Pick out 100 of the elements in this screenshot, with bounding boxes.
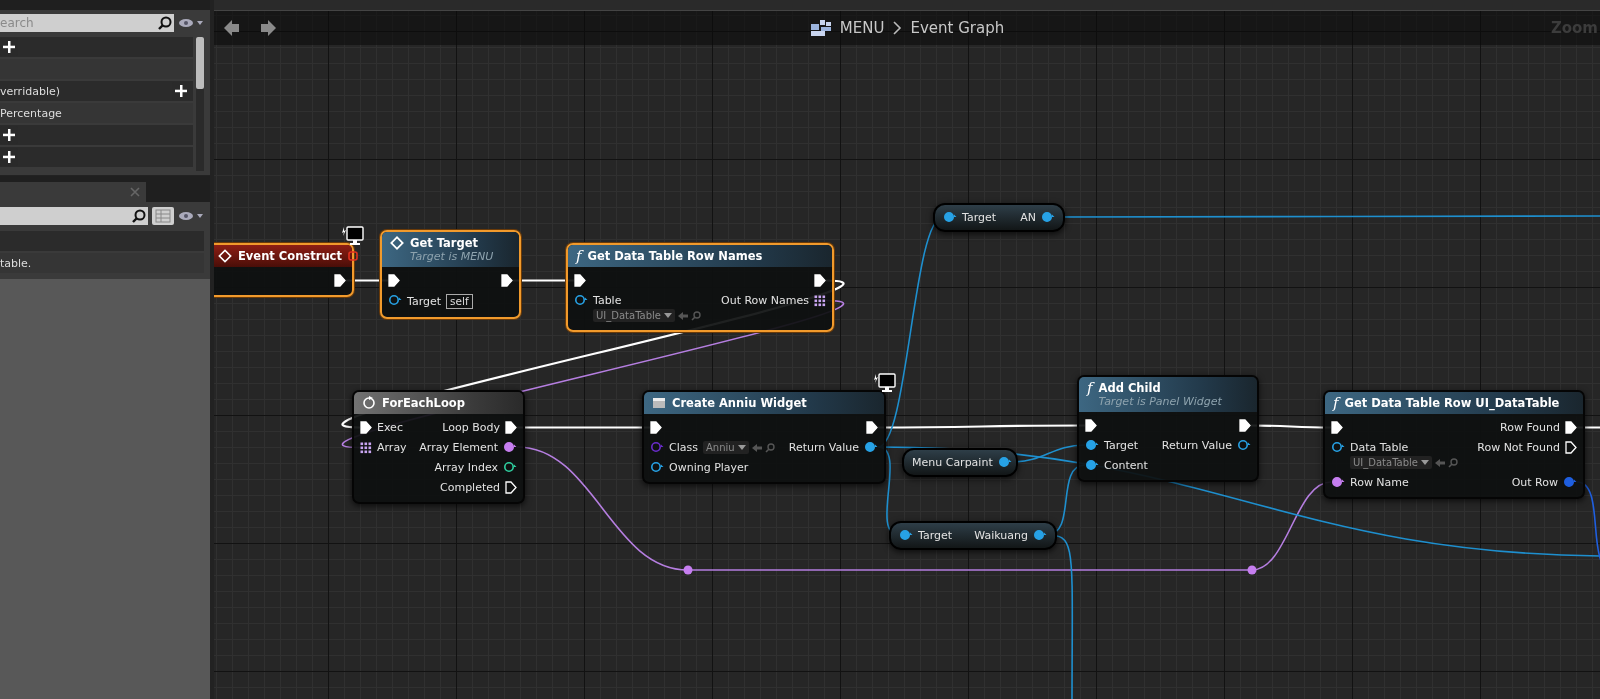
data-pin-icon[interactable] bbox=[1085, 459, 1099, 471]
forward-arrow-icon[interactable] bbox=[260, 19, 276, 37]
search-icon[interactable] bbox=[156, 14, 174, 32]
left-arrow-icon[interactable] bbox=[678, 310, 688, 321]
data-pin-icon[interactable] bbox=[1237, 439, 1251, 451]
data-pin-icon[interactable] bbox=[650, 461, 664, 473]
visibility-dropdown-icon[interactable] bbox=[178, 210, 204, 222]
exec-pin-icon[interactable] bbox=[505, 481, 517, 494]
back-arrow-icon[interactable] bbox=[224, 19, 240, 37]
data-pin-icon[interactable] bbox=[388, 294, 402, 306]
pin-label: Out Row bbox=[1511, 476, 1558, 489]
add-button[interactable] bbox=[0, 126, 18, 144]
list-row[interactable]: verridable) bbox=[0, 81, 193, 101]
exec-pin-icon[interactable] bbox=[574, 274, 586, 287]
pin-label: Row Not Found bbox=[1477, 441, 1560, 454]
data-pin-icon[interactable] bbox=[1041, 211, 1055, 223]
visibility-dropdown-icon[interactable] bbox=[178, 17, 204, 29]
blueprint-node[interactable]: f Get Data Table Row Names Table UI_DataTable Out Row Names bbox=[566, 243, 834, 332]
reroute-node[interactable] bbox=[683, 565, 693, 575]
add-button[interactable] bbox=[0, 148, 18, 166]
delegate-pin-icon[interactable] bbox=[347, 251, 358, 261]
add-button[interactable] bbox=[172, 82, 190, 100]
pin-label: Target bbox=[1104, 439, 1139, 452]
data-pin-icon[interactable] bbox=[1033, 529, 1047, 541]
function-glyph: f bbox=[576, 249, 582, 263]
asset-dropdown[interactable]: UI_DataTable bbox=[1350, 456, 1432, 469]
search-field[interactable] bbox=[0, 207, 130, 225]
blueprint-node[interactable]: ForEachLoop Exec Loop Body Array Array Element Array Index Completed bbox=[352, 390, 525, 504]
pin-label: Array Index bbox=[434, 461, 498, 474]
breadcrumb-link[interactable]: MENU bbox=[839, 19, 885, 37]
scrollbar-thumb[interactable] bbox=[196, 37, 204, 89]
data-pin-icon[interactable] bbox=[1331, 476, 1345, 488]
exec-pin-icon[interactable] bbox=[1565, 441, 1577, 454]
pin-label: Waikuang bbox=[974, 529, 1028, 542]
pin-label: Table bbox=[593, 294, 622, 307]
default-value-field[interactable]: self bbox=[446, 294, 473, 309]
data-pin-icon[interactable] bbox=[1331, 441, 1345, 453]
reroute-node[interactable] bbox=[1247, 565, 1257, 575]
exec-pin-icon[interactable] bbox=[505, 421, 517, 434]
exec-pin-icon[interactable] bbox=[1239, 419, 1251, 432]
blueprint-node[interactable]: Get Target Target is MENU Target self bbox=[380, 230, 521, 319]
row-label: Percentage bbox=[0, 106, 62, 120]
pin-label: Target bbox=[918, 529, 953, 542]
exec-pin-icon[interactable] bbox=[501, 274, 513, 287]
left-arrow-icon[interactable] bbox=[751, 442, 762, 453]
variable-node[interactable]: Target Waikuang bbox=[889, 521, 1057, 550]
data-pin-icon[interactable] bbox=[503, 441, 517, 453]
caret-icon bbox=[664, 313, 672, 318]
blueprint-node[interactable]: f Add Child Target is Panel Widget Target Return Value Content bbox=[1077, 375, 1259, 482]
scrollbar[interactable] bbox=[196, 37, 204, 171]
exec-pin-icon[interactable] bbox=[866, 421, 878, 434]
node-subtitle: Target is Panel Widget bbox=[1098, 395, 1222, 408]
pin-label: AN bbox=[1020, 211, 1036, 224]
row-label: verridable) bbox=[0, 84, 60, 98]
row-label: table. bbox=[0, 256, 32, 270]
pin-label: Array Element bbox=[419, 441, 498, 454]
variable-node[interactable]: Menu Carpaint bbox=[902, 448, 1018, 477]
breadcrumb-link[interactable]: Event Graph bbox=[910, 19, 1005, 37]
exec-pin-icon[interactable] bbox=[1331, 421, 1343, 434]
exec-pin-icon[interactable] bbox=[650, 421, 662, 434]
node-title: Get Data Table Row Names bbox=[587, 249, 763, 263]
array-pin-icon[interactable] bbox=[814, 294, 826, 307]
pin-label: Owning Player bbox=[669, 461, 749, 474]
pin-label: Row Found bbox=[1500, 421, 1560, 434]
node-title: Get Data Table Row UI_DataTable bbox=[1344, 396, 1560, 410]
exec-pin-icon[interactable] bbox=[334, 274, 346, 287]
data-pin-icon[interactable] bbox=[943, 211, 957, 223]
asset-dropdown[interactable]: UI_DataTable bbox=[593, 309, 675, 322]
data-pin-icon[interactable] bbox=[997, 456, 1012, 468]
asset-dropdown[interactable]: Anniu bbox=[702, 441, 749, 454]
search-icon[interactable] bbox=[130, 207, 148, 225]
pin-label: Content bbox=[1104, 459, 1148, 472]
variable-node[interactable]: Target AN bbox=[933, 203, 1065, 232]
list-row[interactable]: table. bbox=[0, 253, 204, 273]
blueprint-node[interactable]: Create Anniu Widget Class Anniu Return Value Owning Player bbox=[642, 390, 886, 484]
pin-label: Data Table bbox=[1350, 441, 1409, 454]
blueprint-icon bbox=[809, 19, 832, 37]
add-button[interactable] bbox=[0, 38, 18, 56]
function-glyph: f bbox=[1333, 396, 1339, 410]
node-title: Event Construct bbox=[238, 249, 342, 263]
data-pin-icon[interactable] bbox=[574, 294, 588, 306]
exec-pin-icon[interactable] bbox=[360, 421, 372, 434]
left-arrow-icon[interactable] bbox=[1435, 457, 1445, 468]
list-row[interactable]: Percentage bbox=[0, 103, 193, 123]
data-pin-icon[interactable] bbox=[899, 529, 913, 541]
function-glyph: f bbox=[1087, 381, 1093, 395]
exec-pin-icon[interactable] bbox=[388, 274, 400, 287]
node-title: ForEachLoop bbox=[382, 396, 465, 410]
data-pin-icon[interactable] bbox=[503, 461, 517, 473]
exec-pin-icon[interactable] bbox=[1565, 421, 1577, 434]
exec-pin-icon[interactable] bbox=[1085, 419, 1097, 432]
pin-label: Completed bbox=[440, 481, 500, 494]
search-field[interactable]: earch bbox=[0, 14, 156, 32]
array-pin-icon[interactable] bbox=[360, 441, 372, 454]
widget-icon bbox=[652, 396, 666, 410]
data-pin-icon[interactable] bbox=[1085, 439, 1099, 451]
exec-pin-icon[interactable] bbox=[814, 274, 826, 287]
blueprint-node[interactable]: f Get Data Table Row UI_DataTable Row Found Data Table UI_DataTable Row Not Found Row Name Out Row bbox=[1323, 390, 1585, 499]
chevron-icon bbox=[892, 20, 903, 36]
data-pin-icon[interactable] bbox=[864, 441, 878, 453]
